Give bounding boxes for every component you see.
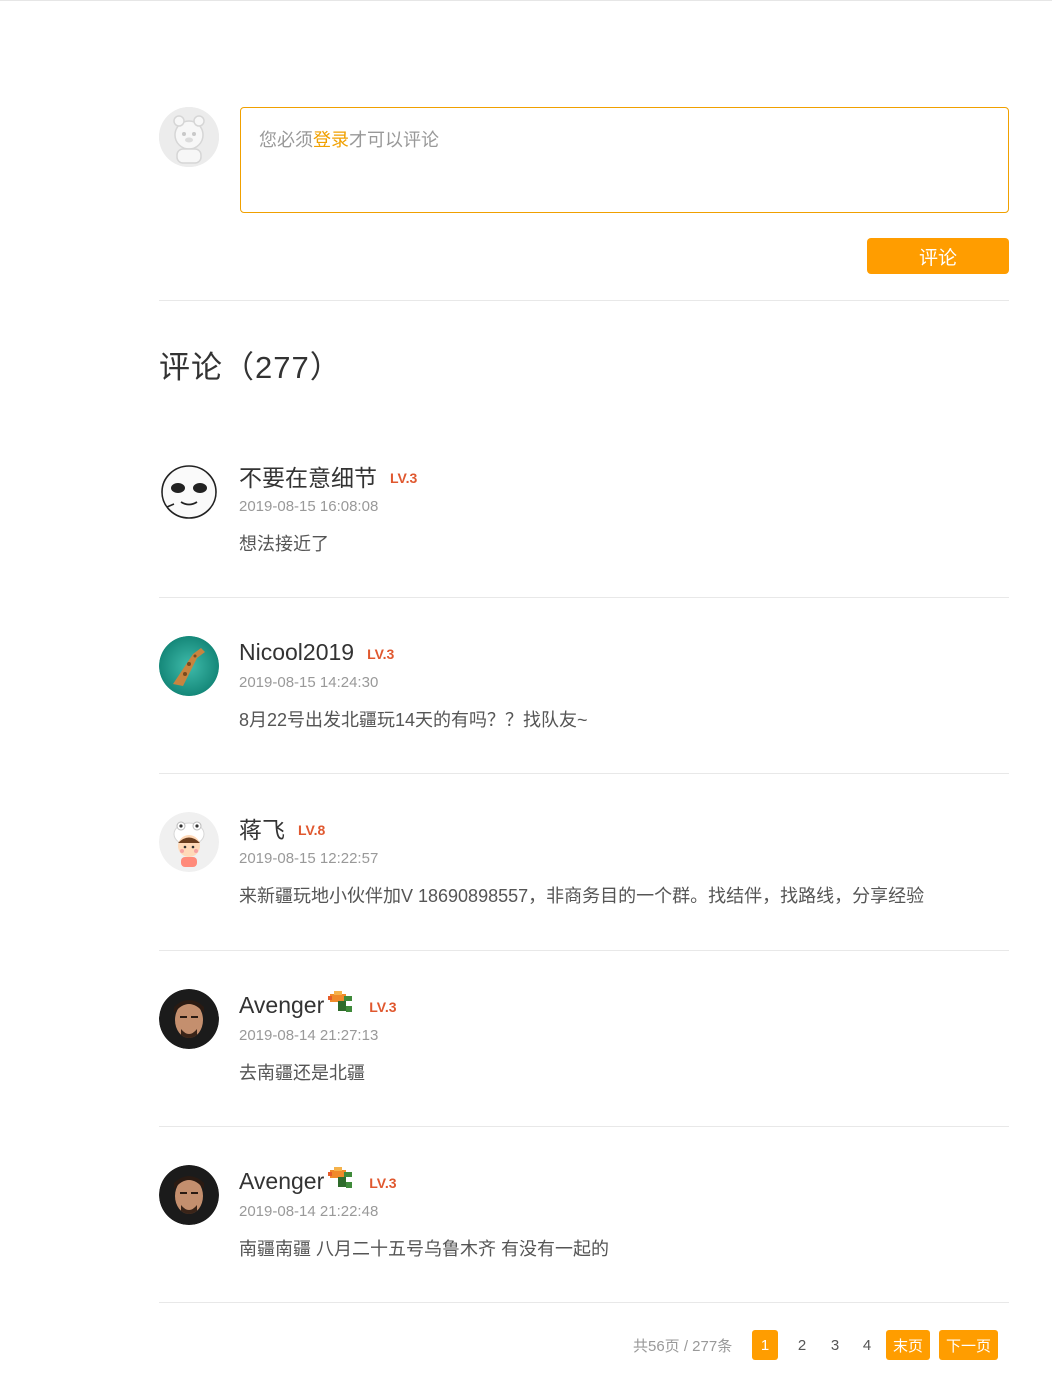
page-4[interactable]: 4 <box>854 1330 880 1360</box>
man-portrait-icon <box>159 1165 219 1225</box>
divider <box>159 950 1009 951</box>
level-badge: LV.3 <box>369 999 397 1015</box>
comment-time: 2019-08-15 12:22:57 <box>239 850 379 867</box>
comment-text: 南疆南疆 八月二十五号乌鲁木齐 有没有一起的 <box>239 1239 609 1259</box>
username[interactable]: 不要在意细节 <box>239 459 377 493</box>
username[interactable]: Avenger <box>239 1168 324 1195</box>
level-badge: LV.8 <box>298 822 326 838</box>
pagination: 共56页 / 277条 1 2 3 4 末页 下一页 <box>0 1330 1052 1360</box>
comment-item: Nicool2019 LV.3 2019-08-15 14:24:30 8月22… <box>159 636 1009 756</box>
comment-item: Avenger LV.3 2019-08-14 21:22:48 南疆南疆 八月… <box>159 1165 1009 1285</box>
pagination-info: 共56页 / 277条 <box>633 1338 733 1355</box>
comment-time: 2019-08-15 14:24:30 <box>239 674 379 691</box>
username[interactable]: Avenger <box>239 992 324 1019</box>
comment-text: 去南疆还是北疆 <box>239 1063 365 1083</box>
comment-header: Avenger LV.3 <box>239 989 397 1021</box>
pixel-gun-icon <box>326 990 356 1021</box>
current-user-avatar <box>159 107 219 167</box>
level-badge: LV.3 <box>390 470 418 486</box>
cartoon-child-icon <box>159 812 219 872</box>
top-border <box>0 0 1052 1</box>
login-link[interactable]: 登录 <box>313 130 349 150</box>
username[interactable]: Nicool2019 <box>239 639 354 666</box>
user-avatar[interactable] <box>159 989 219 1049</box>
user-avatar[interactable] <box>159 460 219 520</box>
level-badge: LV.3 <box>367 646 395 662</box>
comment-header: Nicool2019 LV.3 <box>239 636 394 668</box>
next-page-button[interactable]: 下一页 <box>939 1330 999 1360</box>
comment-text: 来新疆玩地小伙伴加V 18690898557，非商务目的一个群。找结伴，找路线，… <box>239 886 925 906</box>
giraffe-photo-icon <box>159 636 219 696</box>
divider <box>159 773 1009 774</box>
page-2[interactable]: 2 <box>789 1330 815 1360</box>
comment-item: 不要在意细节 LV.3 2019-08-15 16:08:08 想法接近了 <box>159 460 1009 580</box>
username[interactable]: 蒋飞 <box>239 811 285 845</box>
page-1[interactable]: 1 <box>752 1330 778 1360</box>
divider <box>159 300 1009 301</box>
level-badge: LV.3 <box>369 1175 397 1191</box>
comment-time: 2019-08-15 16:08:08 <box>239 498 379 515</box>
divider <box>159 1126 1009 1127</box>
comment-text: 8月22号出发北疆玩14天的有吗？？找队友~ <box>239 710 588 730</box>
man-portrait-icon <box>159 989 219 1049</box>
comment-item: 蒋飞 LV.8 2019-08-15 12:22:57 来新疆玩地小伙伴加V 1… <box>159 812 1009 932</box>
comment-time: 2019-08-14 21:22:48 <box>239 1203 379 1220</box>
user-avatar[interactable] <box>159 636 219 696</box>
divider <box>159 1302 1009 1303</box>
comment-header: 不要在意细节 LV.3 <box>239 460 417 492</box>
comment-item: Avenger LV.3 2019-08-14 21:27:13 去南疆还是北疆 <box>159 989 1009 1109</box>
comment-input[interactable]: 您必须登录才可以评论 <box>240 107 1009 213</box>
comment-placeholder-suffix: 才可以评论 <box>349 130 439 150</box>
page-3[interactable]: 3 <box>822 1330 848 1360</box>
last-page-button[interactable]: 末页 <box>886 1330 931 1360</box>
pixel-gun-icon <box>326 1166 356 1197</box>
comment-header: 蒋飞 LV.8 <box>239 812 325 844</box>
cartoon-face-icon <box>159 460 219 520</box>
divider <box>159 597 1009 598</box>
user-avatar[interactable] <box>159 1165 219 1225</box>
user-avatar[interactable] <box>159 812 219 872</box>
comment-time: 2019-08-14 21:27:13 <box>239 1027 379 1044</box>
comment-placeholder-prefix: 您必须 <box>259 130 313 150</box>
comments-heading: 评论（277） <box>159 350 342 385</box>
comment-header: Avenger LV.3 <box>239 1165 397 1197</box>
submit-comment-button[interactable]: 评论 <box>867 238 1009 274</box>
default-avatar-icon <box>159 107 219 167</box>
comment-text: 想法接近了 <box>239 534 329 554</box>
